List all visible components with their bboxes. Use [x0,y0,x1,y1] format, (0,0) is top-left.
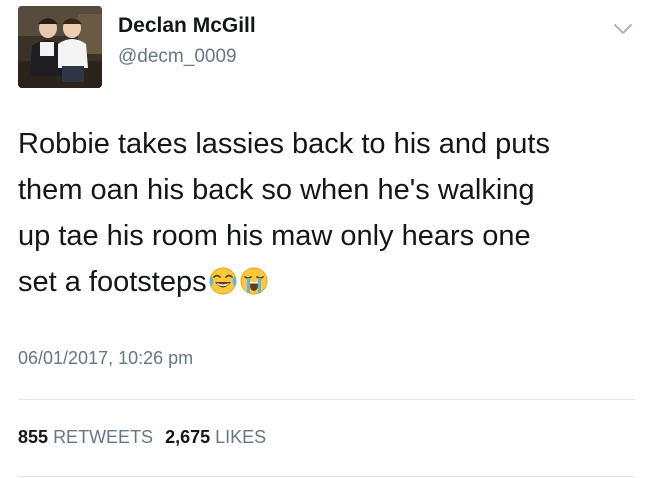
retweets-count: 855 [18,427,49,447]
likes-count: 2,675 [165,427,211,447]
tweet-line: up tae his room his maw only hears one [18,220,531,252]
avatar[interactable] [18,6,102,88]
tweet-text: Robbie takes lassies back to his and put… [18,121,643,305]
face-with-tears-of-joy-icon [208,264,238,295]
retweets-stat[interactable]: 855 RETWEETS [18,427,153,447]
likes-stat[interactable]: 2,675 LIKES [165,427,266,447]
display-name[interactable]: Declan McGill [118,14,256,38]
likes-label: LIKES [215,427,267,447]
user-handle[interactable]: @decm_0009 [118,46,237,68]
loudly-crying-face-icon [239,264,269,295]
tweet-line: them oan his back so when he's walking [18,174,535,206]
tweet-line: Robbie takes lassies back to his and put… [18,128,550,160]
profile-photo [18,6,102,88]
retweets-label: RETWEETS [53,427,154,447]
chevron-down-icon[interactable] [612,22,634,36]
tweet-timestamp[interactable]: 06/01/2017, 10:26 pm [18,348,193,369]
tweet-line-last: set a footsteps [18,259,643,305]
tweet-stats: 855 RETWEETS 2,675 LIKES [18,427,266,448]
divider [18,399,635,400]
divider [18,476,635,477]
tweet-line: set a footsteps [18,266,207,298]
